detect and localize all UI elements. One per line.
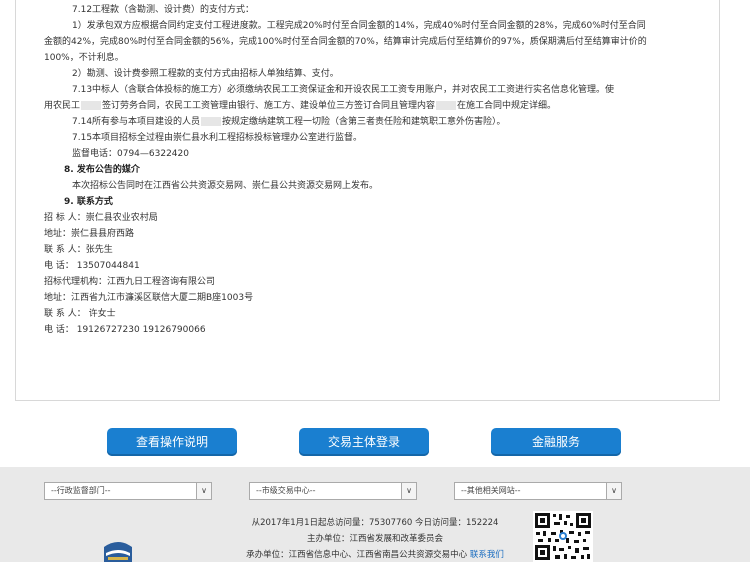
section-8-heading: 8. 发布公告的媒介 bbox=[64, 165, 140, 175]
tenderer-contact: 联 系 人：张先生 bbox=[44, 245, 113, 255]
clause-7-13: 7.13中标人（含联合体投标的施工方）必须缴纳农民工工资保证金和开设农民工工资专… bbox=[72, 85, 615, 95]
clause-7-14-part-b: 按规定缴纳建筑工程一切险（含第三者责任险和建筑职工意外伤害险）。 bbox=[222, 117, 506, 127]
tenderer-address: 地址：崇仁县县府西路 bbox=[44, 229, 135, 239]
related-sites-select[interactable]: --其他相关网站-- ∨ bbox=[454, 482, 622, 500]
payment-clause-1: 1）发承包双方应根据合同约定支付工程进度款。工程完成20%时付至合同金额的14%… bbox=[72, 21, 646, 31]
chevron-down-icon: ∨ bbox=[401, 483, 416, 499]
select-value: --行政监督部门-- bbox=[51, 486, 111, 495]
emblem-icon bbox=[104, 542, 132, 562]
undertaking-text: 承办单位：江西省信息中心、江西省南昌公共资源交易中心 bbox=[246, 550, 468, 560]
chevron-down-icon: ∨ bbox=[606, 483, 621, 499]
trading-entity-login-button[interactable]: 交易主体登录 bbox=[299, 428, 429, 456]
chevron-down-icon: ∨ bbox=[196, 483, 211, 499]
clause-7-12: 7.12工程款（含勘测、设计费）的支付方式： bbox=[72, 5, 255, 15]
tenderer: 招 标 人：崇仁县农业农村局 bbox=[44, 213, 158, 223]
payment-clause-1-cont: 金额的42%，完成80%时付至合同金额的56%，完成100%时付至合同金额的70… bbox=[44, 37, 647, 47]
agency-phone: 电 话： 19126727230 19126790066 bbox=[44, 325, 206, 335]
announcement-panel: 7.12工程款（含勘测、设计费）的支付方式： 1）发承包双方应根据合同约定支付工… bbox=[15, 0, 720, 401]
select-value: --市级交易中心-- bbox=[256, 486, 316, 495]
clause-7-14: 7.14所有参与本项目建设的人员 按规定缴纳建筑工程一切险（含第三者责任险和建筑职… bbox=[44, 114, 704, 130]
tenderer-phone: 电 话： 13507044841 bbox=[44, 261, 140, 271]
redacted-text bbox=[201, 117, 222, 126]
qr-code-icon bbox=[533, 511, 593, 562]
visit-stats: 从2017年1月1日起总访问量：75307760 今日访问量：152224 bbox=[251, 518, 499, 528]
announcement-body: 7.12工程款（含勘测、设计费）的支付方式： 1）发承包双方应根据合同约定支付工… bbox=[44, 2, 704, 338]
agency-address: 地址：江西省九江市濂溪区联信大厦二期B座1003号 bbox=[44, 293, 254, 303]
financial-services-button[interactable]: 金融服务 bbox=[491, 428, 621, 456]
payment-clause-2: 2）勘测、设计费参照工程款的支付方式由招标人单独结算、支付。 bbox=[72, 69, 339, 79]
contact-us-link[interactable]: 联系我们 bbox=[470, 550, 504, 560]
clause-7-13-part-a: 用农民工 bbox=[44, 101, 81, 111]
supervision-dept-select[interactable]: --行政监督部门-- ∨ bbox=[44, 482, 212, 500]
city-center-select[interactable]: --市级交易中心-- ∨ bbox=[249, 482, 417, 500]
agency: 招标代理机构：江西九日工程咨询有限公司 bbox=[44, 277, 216, 287]
agency-contact: 联 系 人： 许女士 bbox=[44, 309, 116, 319]
redacted-text bbox=[81, 101, 102, 110]
media-statement: 本次招标公告同时在江西省公共资源交易网、崇仁县公共资源交易网上发布。 bbox=[72, 181, 379, 191]
clause-7-15: 7.15本项目招标全过程由崇仁县水利工程招标投标管理办公室进行监督。 bbox=[72, 133, 363, 143]
site-footer: --行政监督部门-- ∨ --市级交易中心-- ∨ --其他相关网站-- ∨ 从… bbox=[0, 467, 750, 562]
operation-guide-button[interactable]: 查看操作说明 bbox=[107, 428, 237, 456]
clause-7-13-cont: 用农民工 签订劳务合同，农民工工资管理由银行、施工方、建设单位三方签订合同且管理内… bbox=[44, 98, 704, 114]
select-value: --其他相关网站-- bbox=[461, 486, 521, 495]
payment-clause-1-end: 100%，不计利息。 bbox=[44, 53, 124, 63]
section-9-heading: 9. 联系方式 bbox=[64, 197, 113, 207]
clause-7-14-part-a: 7.14所有参与本项目建设的人员 bbox=[72, 117, 201, 127]
clause-7-13-part-b: 签订劳务合同，农民工工资管理由银行、施工方、建设单位三方签订合同且管理内容 bbox=[102, 101, 436, 111]
clause-7-13-part-c: 在施工合同中规定详细。 bbox=[457, 101, 557, 111]
redacted-text bbox=[436, 101, 457, 110]
supervision-phone: 监督电话：0794—6322420 bbox=[72, 149, 189, 159]
action-buttons: 查看操作说明 交易主体登录 金融服务 bbox=[0, 428, 750, 456]
